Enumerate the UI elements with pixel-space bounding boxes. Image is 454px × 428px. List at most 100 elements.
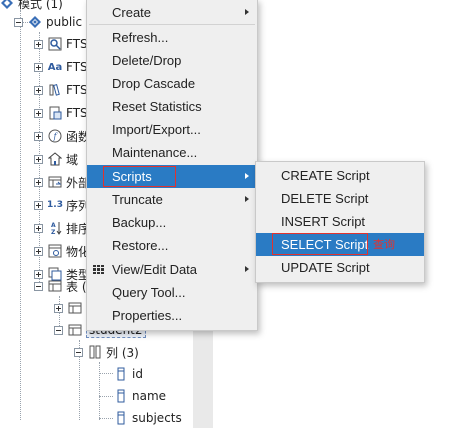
- tree-node-tables[interactable]: 表 (: [34, 276, 87, 296]
- scripts-submenu: CREATE Script DELETE Script INSERT Scrip…: [255, 161, 425, 283]
- menu-item-label: Delete/Drop: [112, 53, 182, 68]
- tree-connector: [99, 418, 113, 419]
- menu-item-label: Backup...: [112, 215, 167, 230]
- expand-icon[interactable]: [34, 108, 43, 118]
- menu-item-label: Drop Cascade: [112, 76, 196, 91]
- svg-text:Z: Z: [51, 229, 56, 235]
- tree-node-foreign-tables[interactable]: 外部: [34, 172, 90, 192]
- menu-item-label: Truncate: [112, 192, 163, 207]
- menu-item-label: UPDATE Script: [281, 260, 370, 275]
- annotation-query: 查询: [373, 238, 395, 251]
- materialized-view-icon: [48, 244, 62, 258]
- menu-item-create[interactable]: Create: [87, 1, 257, 24]
- menu-item-delete-drop[interactable]: Delete/Drop: [87, 49, 257, 72]
- menu-item-drop-cascade[interactable]: Drop Cascade: [87, 72, 257, 95]
- tree-node-fts-parsers[interactable]: FTS: [34, 80, 88, 100]
- collapse-icon[interactable]: [14, 17, 23, 27]
- submenu-arrow-icon: [245, 173, 249, 179]
- tree-node-fts-configurations[interactable]: FTS: [34, 34, 88, 54]
- tree-node-label: 模式 (1): [18, 0, 63, 11]
- columns-icon: [88, 345, 102, 359]
- submenu-arrow-icon: [245, 266, 249, 272]
- submenu-item-insert-script[interactable]: INSERT Script: [256, 210, 424, 233]
- tree-node-public[interactable]: public: [14, 12, 82, 32]
- select-script-highlight-box: [272, 233, 368, 255]
- menu-item-truncate[interactable]: Truncate: [87, 188, 257, 211]
- tree-node-collations[interactable]: AZ 排序: [34, 218, 90, 238]
- expand-icon[interactable]: [34, 62, 43, 72]
- menu-item-import-export[interactable]: Import/Export...: [87, 118, 257, 141]
- domain-icon: [48, 152, 62, 166]
- submenu-arrow-icon: [245, 196, 249, 202]
- menu-item-label: Create: [112, 5, 152, 20]
- menu-item-label: View/Edit Data: [112, 262, 198, 277]
- menu-item-label: Refresh...: [112, 30, 169, 45]
- collapse-icon[interactable]: [74, 347, 83, 357]
- submenu-item-delete-script[interactable]: DELETE Script: [256, 187, 424, 210]
- tree-node-fts-dictionaries[interactable]: Aa FTS: [34, 57, 88, 77]
- grid-icon: [93, 265, 104, 274]
- tree-node-label: 表 (: [66, 279, 87, 294]
- tree-node-columns[interactable]: 列 (3): [74, 342, 139, 362]
- menu-item-maintenance[interactable]: Maintenance...: [87, 141, 257, 164]
- tree-node-label: FTS: [66, 83, 88, 97]
- expand-icon[interactable]: [54, 303, 63, 313]
- tree-node-table[interactable]: [54, 298, 86, 318]
- collapse-icon[interactable]: [34, 281, 43, 291]
- collapse-icon[interactable]: [54, 325, 63, 335]
- menu-item-label: Maintenance...: [112, 145, 198, 160]
- fts-dictionary-icon: Aa: [47, 61, 63, 73]
- tree-node-label: FTS: [66, 106, 88, 120]
- expand-icon[interactable]: [34, 39, 43, 49]
- table-icon: [48, 279, 62, 293]
- tree-node-functions[interactable]: f 函数: [34, 126, 90, 146]
- tree-node-column-name[interactable]: name: [114, 386, 166, 406]
- menu-item-label: Restore...: [112, 238, 169, 253]
- expand-icon[interactable]: [34, 177, 43, 187]
- tree-node-label: 列 (3): [106, 345, 139, 360]
- expand-icon[interactable]: [34, 131, 43, 141]
- menu-item-restore[interactable]: Restore...: [87, 234, 257, 257]
- menu-item-refresh[interactable]: Refresh...: [87, 26, 257, 49]
- tree-node-fts-templates[interactable]: FTS: [34, 103, 88, 123]
- schema-icon: [28, 15, 42, 29]
- expand-icon[interactable]: [34, 200, 43, 210]
- tree-node-materialized-views[interactable]: 物化: [34, 241, 90, 261]
- tree-node-sequences[interactable]: 1.3 序列: [34, 195, 90, 215]
- expand-icon[interactable]: [34, 246, 43, 256]
- submenu-item-create-script[interactable]: CREATE Script: [256, 164, 424, 187]
- tree-connector: [99, 362, 100, 420]
- tree-node-label: 域: [66, 152, 79, 167]
- expand-icon[interactable]: [34, 85, 43, 95]
- tree-node-column-subjects[interactable]: subjects: [114, 408, 182, 428]
- collation-icon: AZ: [48, 221, 62, 235]
- menu-item-label: Properties...: [112, 308, 183, 323]
- tree-node-label: FTS: [66, 60, 88, 74]
- svg-text:f: f: [53, 132, 59, 141]
- tree-node-domains[interactable]: 域: [34, 149, 78, 169]
- tree-connector: [99, 396, 113, 397]
- tree-node-column-id[interactable]: id: [114, 364, 143, 384]
- menu-item-label: Reset Statistics: [112, 99, 202, 114]
- menu-item-label: CREATE Script: [281, 168, 370, 183]
- tree-node-label: FTS: [66, 37, 88, 51]
- svg-text:A: A: [51, 222, 56, 229]
- submenu-item-update-script[interactable]: UPDATE Script: [256, 256, 424, 279]
- menu-item-view-edit-data[interactable]: View/Edit Data: [87, 258, 257, 281]
- menu-item-label: DELETE Script: [281, 191, 369, 206]
- fts-parser-icon: [48, 83, 62, 97]
- menu-item-label: Import/Export...: [112, 122, 201, 137]
- tree-connector: [20, 10, 21, 420]
- menu-separator: [89, 24, 255, 25]
- tree-node-label: public: [46, 15, 83, 29]
- tree-node-label: id: [132, 367, 143, 381]
- tree-connector: [99, 373, 113, 374]
- schema-icon: [0, 0, 14, 10]
- menu-item-reset-statistics[interactable]: Reset Statistics: [87, 95, 257, 118]
- expand-icon[interactable]: [34, 223, 43, 233]
- column-icon: [114, 367, 128, 381]
- menu-item-query-tool[interactable]: Query Tool...: [87, 281, 257, 304]
- menu-item-backup[interactable]: Backup...: [87, 211, 257, 234]
- expand-icon[interactable]: [34, 154, 43, 164]
- menu-item-properties[interactable]: Properties...: [87, 304, 257, 327]
